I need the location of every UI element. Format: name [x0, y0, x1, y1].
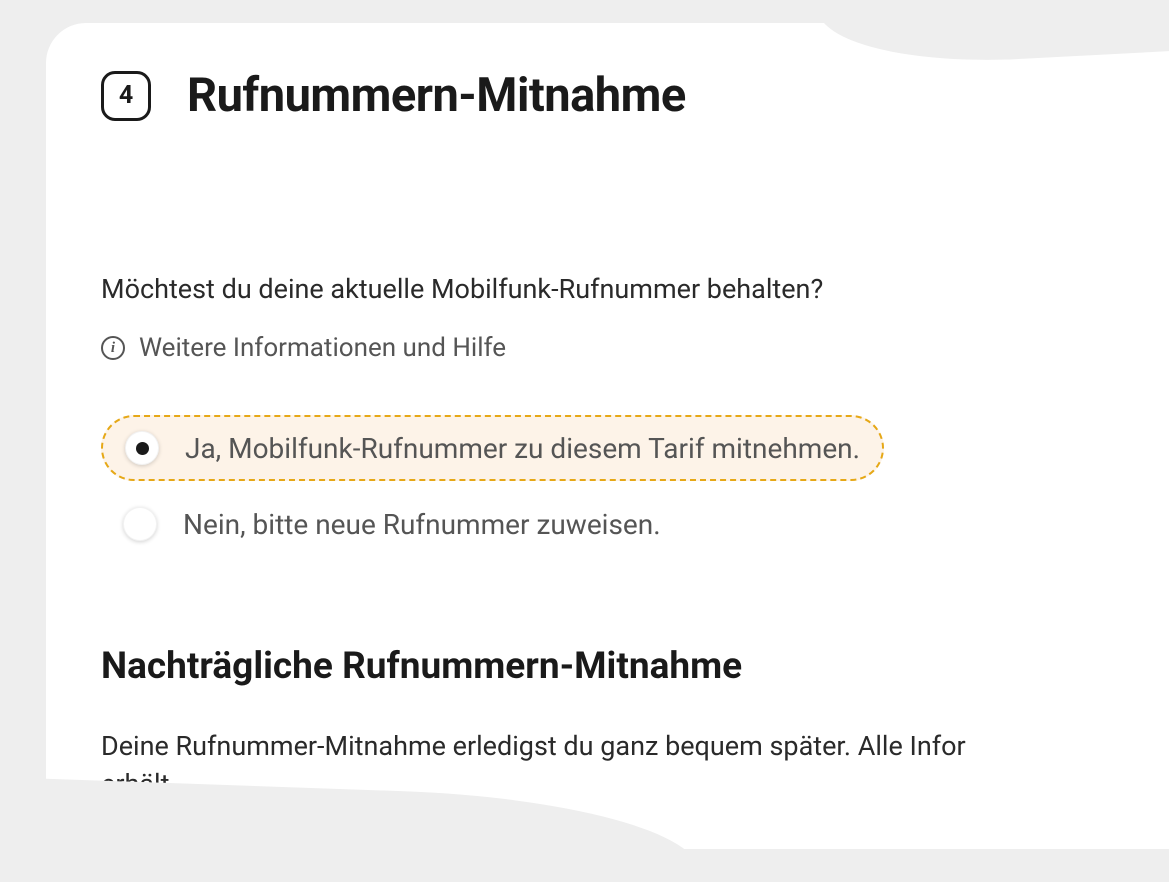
radio-label-yes: Ja, Mobilfunk-Rufnummer zu diesem Tarif … [185, 432, 860, 465]
info-help-link[interactable]: i Weitere Informationen und Hilfe [101, 333, 1169, 363]
radio-indicator [123, 507, 157, 541]
radio-label-no: Nein, bitte neue Rufnummer zuweisen. [183, 508, 661, 541]
radio-option-no[interactable]: Nein, bitte neue Rufnummer zuweisen. [101, 493, 683, 555]
info-icon: i [101, 336, 125, 360]
step-number: 4 [119, 81, 133, 110]
question-text: Möchtest du deine aktuelle Mobilfunk-Ruf… [101, 273, 1169, 305]
sub-heading: Nachträgliche Rufnummern-Mitnahme [101, 645, 1169, 688]
radio-group-keep-number: Ja, Mobilfunk-Rufnummer zu diesem Tarif … [101, 415, 1169, 555]
radio-option-yes[interactable]: Ja, Mobilfunk-Rufnummer zu diesem Tarif … [101, 415, 884, 481]
info-link-text: Weitere Informationen und Hilfe [139, 333, 506, 363]
step-title: Rufnummern-Mitnahme [187, 68, 686, 123]
sub-text-line-1: Deine Rufnummer-Mitnahme erledigst du ga… [101, 726, 1169, 768]
step-number-badge: 4 [101, 71, 151, 121]
step-header: 4 Rufnummern-Mitnahme [101, 68, 1169, 123]
radio-indicator [125, 431, 159, 465]
form-section-card: 4 Rufnummern-Mitnahme Möchtest du deine … [46, 23, 1169, 849]
sub-text-line-2: erhält [101, 768, 1169, 800]
